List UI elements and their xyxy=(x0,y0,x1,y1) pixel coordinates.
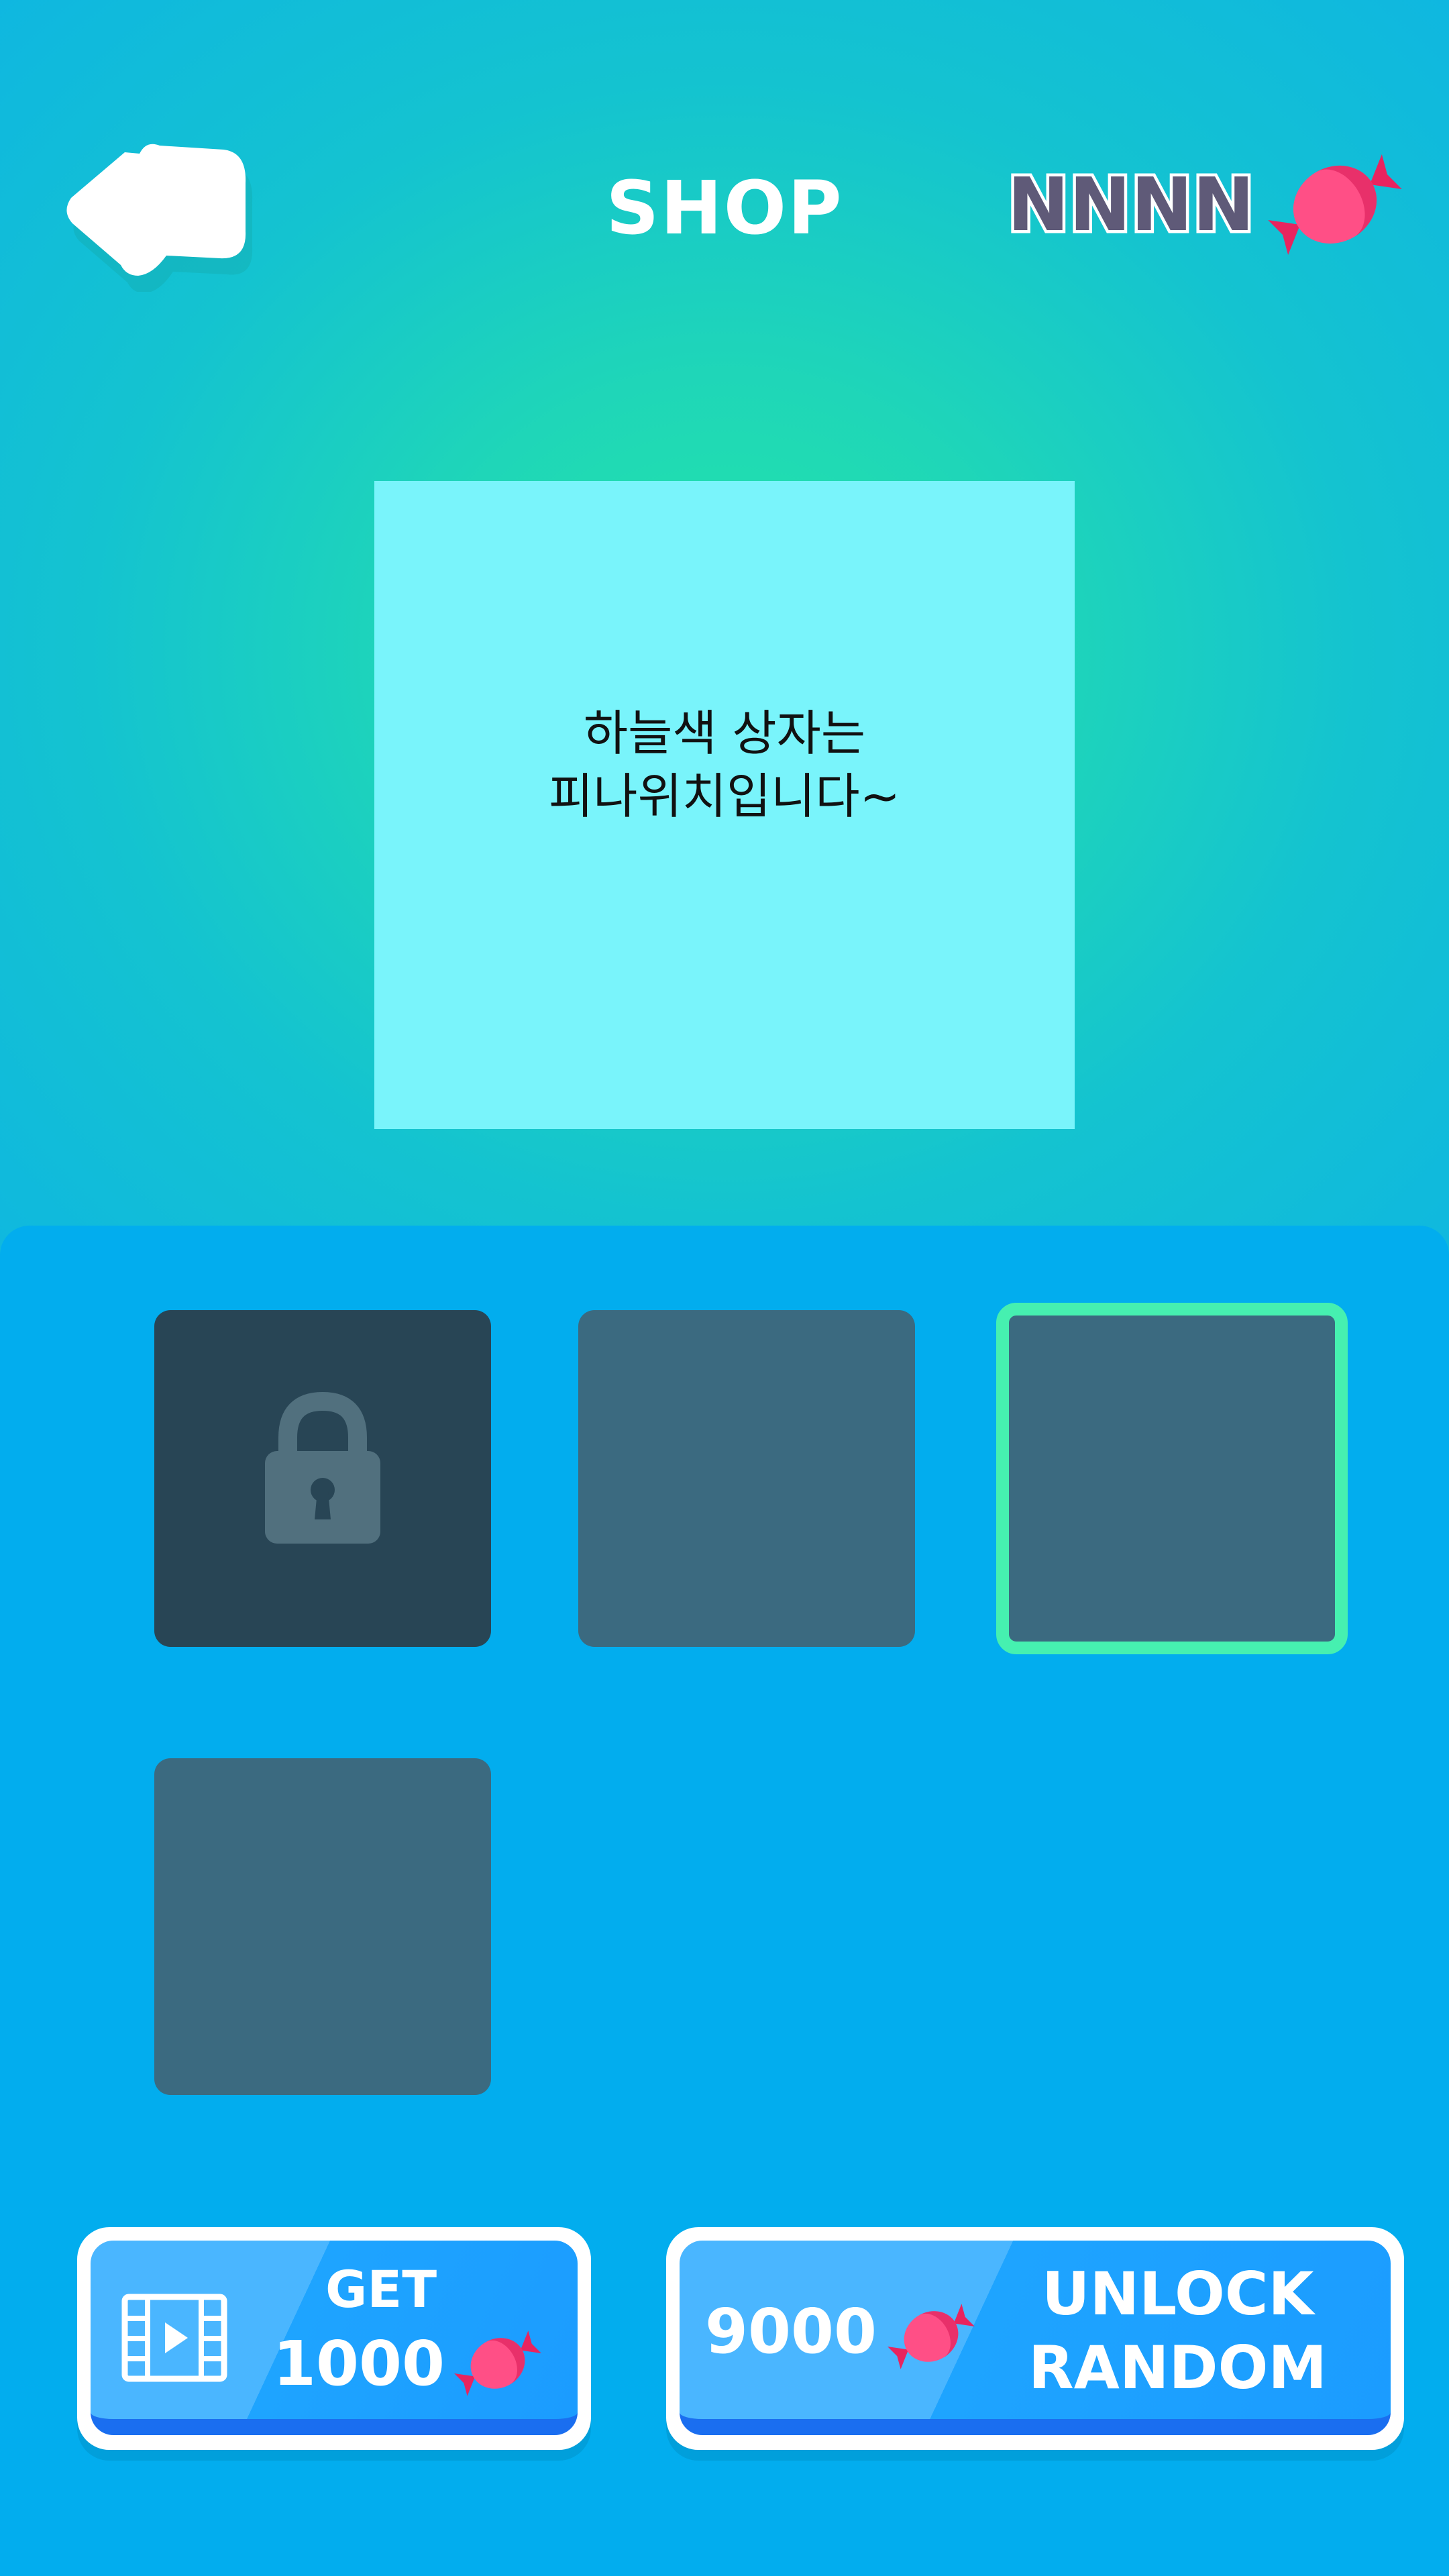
skin-slot-selected[interactable] xyxy=(996,1303,1348,1654)
unlock-random-button-face: 9000 UNLOCK RANDOM xyxy=(680,2241,1391,2435)
unlock-price: 9000 xyxy=(705,2296,877,2367)
get-candy-button[interactable]: GET 1000 xyxy=(77,2227,591,2450)
currency-amount: NNNN xyxy=(1004,159,1257,251)
unlock-random-button[interactable]: 9000 UNLOCK RANDOM xyxy=(666,2227,1404,2450)
skin-slot[interactable] xyxy=(578,1310,915,1647)
skin-preview: 하늘색 상자는 피나위치입니다~ xyxy=(374,481,1075,1129)
candy-icon xyxy=(888,2304,975,2369)
video-icon xyxy=(121,2294,227,2382)
currency-display: NNNN xyxy=(1004,138,1402,272)
candy-icon xyxy=(1268,154,1402,255)
get-candy-button-face: GET 1000 xyxy=(91,2241,578,2435)
unlock-label: UNLOCK xyxy=(1042,2259,1314,2328)
candy-icon xyxy=(454,2330,541,2396)
lock-icon xyxy=(265,1391,380,1544)
skin-slot-locked[interactable] xyxy=(154,1310,491,1647)
get-amount: 1000 xyxy=(273,2328,445,2400)
preview-caption: 하늘색 상자는 피나위치입니다~ xyxy=(548,705,900,824)
skin-slot[interactable] xyxy=(154,1758,491,2095)
random-label: RANDOM xyxy=(1028,2333,1327,2402)
get-label: GET xyxy=(325,2259,437,2319)
